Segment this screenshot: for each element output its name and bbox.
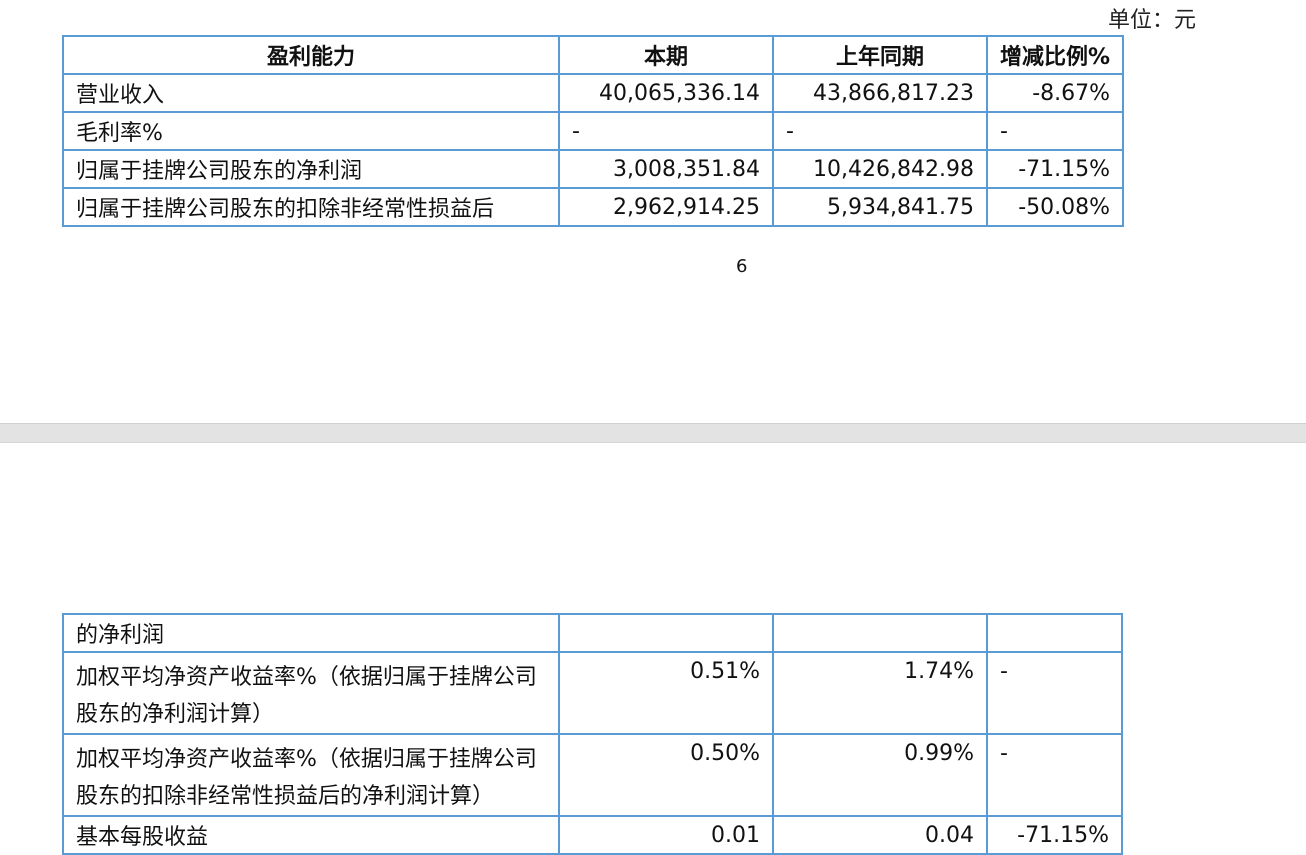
prior-value: 43,866,817.23 xyxy=(772,73,988,113)
table-row: 归属于挂牌公司股东的净利润 3,008,351.84 10,426,842.98… xyxy=(62,149,1125,189)
profitability-table-continued: 的净利润 加权平均净资产收益率%（依据归属于挂牌公司股东的净利润计算） 0.51… xyxy=(62,613,1123,855)
current-value: 2,962,914.25 xyxy=(558,187,774,227)
table-row: 毛利率% - - - xyxy=(62,111,1125,151)
change-value: -8.67% xyxy=(985,73,1125,113)
change-value: - xyxy=(986,651,1123,735)
row-label: 毛利率% xyxy=(62,111,560,151)
page-separator xyxy=(0,423,1306,443)
row-label: 营业收入 xyxy=(62,73,560,113)
prior-value: 0.04 xyxy=(772,815,988,855)
row-label: 加权平均净资产收益率%（依据归属于挂牌公司股东的扣除非经常性损益后的净利润计算） xyxy=(62,733,560,817)
header-prior-period: 上年同期 xyxy=(772,35,988,75)
change-value xyxy=(986,613,1123,653)
prior-value: 5,934,841.75 xyxy=(772,187,988,227)
row-label: 的净利润 xyxy=(62,613,560,653)
change-value: -50.08% xyxy=(985,187,1125,227)
current-value: 3,008,351.84 xyxy=(558,149,774,189)
current-value xyxy=(558,613,774,653)
current-value: 40,065,336.14 xyxy=(558,73,774,113)
current-value: 0.51% xyxy=(558,651,774,735)
prior-value xyxy=(772,613,988,653)
table-row: 基本每股收益 0.01 0.04 -71.15% xyxy=(62,815,1123,855)
table-row: 加权平均净资产收益率%（依据归属于挂牌公司股东的扣除非经常性损益后的净利润计算）… xyxy=(62,733,1123,817)
header-profitability: 盈利能力 xyxy=(62,35,560,75)
prior-value: 0.99% xyxy=(772,733,988,817)
table-row: 的净利润 xyxy=(62,613,1123,653)
change-value: - xyxy=(986,733,1123,817)
prior-value: 10,426,842.98 xyxy=(772,149,988,189)
change-value: -71.15% xyxy=(986,815,1123,855)
table-header-row: 盈利能力 本期 上年同期 增减比例% xyxy=(62,35,1125,75)
page-number: 6 xyxy=(736,256,748,277)
prior-value: - xyxy=(772,111,988,151)
row-label: 基本每股收益 xyxy=(62,815,560,855)
current-value: 0.50% xyxy=(558,733,774,817)
current-value: - xyxy=(558,111,774,151)
unit-label: 单位：元 xyxy=(1108,8,1197,33)
current-value: 0.01 xyxy=(558,815,774,855)
table-row: 营业收入 40,065,336.14 43,866,817.23 -8.67% xyxy=(62,73,1125,113)
change-value: - xyxy=(985,111,1125,151)
row-label: 加权平均净资产收益率%（依据归属于挂牌公司股东的净利润计算） xyxy=(62,651,560,735)
header-current-period: 本期 xyxy=(558,35,774,75)
row-label: 归属于挂牌公司股东的扣除非经常性损益后 xyxy=(62,187,560,227)
header-change-ratio: 增减比例% xyxy=(985,35,1125,75)
change-value: -71.15% xyxy=(985,149,1125,189)
prior-value: 1.74% xyxy=(772,651,988,735)
table-row: 加权平均净资产收益率%（依据归属于挂牌公司股东的净利润计算） 0.51% 1.7… xyxy=(62,651,1123,735)
profitability-table: 盈利能力 本期 上年同期 增减比例% 营业收入 40,065,336.14 43… xyxy=(62,35,1125,227)
table-row: 归属于挂牌公司股东的扣除非经常性损益后 2,962,914.25 5,934,8… xyxy=(62,187,1125,227)
row-label: 归属于挂牌公司股东的净利润 xyxy=(62,149,560,189)
